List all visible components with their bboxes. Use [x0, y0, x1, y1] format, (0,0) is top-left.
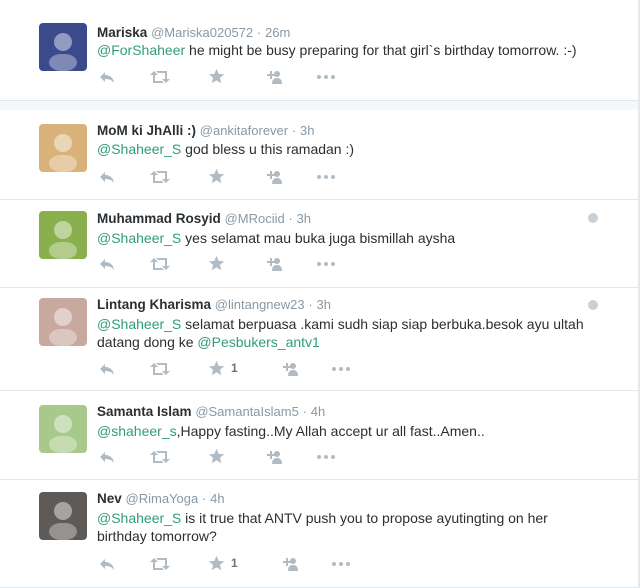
tweet-body: ,Happy fasting..My Allah accept ur all f…	[176, 423, 485, 439]
more-icon[interactable]	[316, 448, 336, 466]
tweet-actions	[98, 168, 358, 186]
timestamp[interactable]: 3h	[317, 297, 331, 312]
mention-link[interactable]: @Shaheer_S	[97, 316, 181, 332]
fullname[interactable]: Mariska	[97, 25, 147, 40]
username[interactable]: @MRociid	[225, 211, 285, 226]
follow-icon[interactable]	[262, 448, 282, 466]
username[interactable]: @SamantaIslam5	[195, 404, 299, 419]
star-icon[interactable]	[208, 448, 225, 466]
fullname[interactable]: Samanta Islam	[97, 404, 192, 419]
tweet-body: yes selamat mau buka juga bismillah aysh…	[181, 230, 456, 246]
retweet-icon[interactable]	[150, 448, 170, 466]
tweet-header: MoM ki JhAlli :) @ankitaforever · 3h	[97, 123, 314, 138]
separator: ·	[291, 123, 297, 138]
retweet-icon[interactable]	[150, 68, 170, 86]
reply-icon[interactable]	[98, 448, 116, 466]
tweet-header: Muhammad Rosyid @MRociid · 3h	[97, 211, 311, 226]
fullname[interactable]: Muhammad Rosyid	[97, 211, 221, 226]
tweet-actions	[98, 255, 358, 273]
fullname[interactable]: Nev	[97, 491, 122, 506]
tweet-actions	[98, 68, 358, 86]
tweet-header: Lintang Kharisma @lintangnew23 · 3h	[97, 297, 331, 312]
separator: ·	[302, 404, 307, 419]
reply-icon[interactable]	[98, 68, 116, 86]
mention-link-2[interactable]: @Pesbukers_antv1	[197, 334, 319, 350]
mention-link[interactable]: @Shaheer_S	[97, 510, 181, 526]
geo-icon[interactable]	[588, 213, 598, 223]
username[interactable]: @Mariska020572	[151, 25, 253, 40]
retweet-icon[interactable]	[150, 255, 170, 273]
fullname[interactable]: Lintang Kharisma	[97, 297, 211, 312]
tweet-text: @Shaheer_S is it true that ANTV push you…	[97, 509, 597, 545]
avatar[interactable]	[39, 124, 87, 172]
timestamp[interactable]: 4h	[210, 491, 224, 506]
more-icon[interactable]	[316, 168, 336, 186]
mention-link[interactable]: @shaheer_s	[97, 423, 177, 439]
retweet-icon[interactable]	[150, 360, 170, 378]
avatar[interactable]	[39, 405, 87, 453]
mention-link[interactable]: @ForShaheer	[97, 42, 185, 58]
tweet[interactable]: Lintang Kharisma @lintangnew23 · 3h @Sha…	[0, 288, 638, 391]
follow-icon[interactable]	[262, 255, 282, 273]
retweet-icon[interactable]	[150, 168, 170, 186]
follow-icon[interactable]	[278, 360, 298, 378]
reply-icon[interactable]	[98, 168, 116, 186]
follow-icon[interactable]	[278, 555, 298, 573]
reply-icon[interactable]	[98, 360, 116, 378]
tweet-header: Nev @RimaYoga · 4h	[97, 491, 225, 506]
star-icon[interactable]	[208, 360, 225, 378]
tweet-text: @shaheer_s,Happy fasting..My Allah accep…	[97, 422, 597, 440]
tweet-body: he might be busy preparing for that girl…	[185, 42, 577, 58]
avatar[interactable]	[39, 211, 87, 259]
tweet[interactable]: MoM ki JhAlli :) @ankitaforever · 3h @Sh…	[0, 110, 638, 200]
avatar[interactable]	[39, 23, 87, 71]
geo-icon[interactable]	[588, 300, 598, 310]
tweet-text: @Shaheer_S yes selamat mau buka juga bis…	[97, 229, 597, 247]
tweet-actions: 1	[98, 360, 358, 378]
more-icon[interactable]	[316, 255, 336, 273]
retweet-icon[interactable]	[150, 555, 170, 573]
separator: ·	[202, 491, 207, 506]
tweet-actions	[98, 448, 358, 466]
tweet-text: @ForShaheer he might be busy preparing f…	[97, 41, 597, 59]
more-icon[interactable]	[331, 360, 351, 378]
tweet[interactable]: Mariska @Mariska020572 · 26m @ForShaheer…	[0, 0, 638, 100]
reply-icon[interactable]	[98, 555, 116, 573]
favorite-count: 1	[231, 556, 238, 570]
tweet[interactable]: Nev @RimaYoga · 4h @Shaheer_S is it true…	[0, 480, 638, 588]
tweet[interactable]: Muhammad Rosyid @MRociid · 3h @Shaheer_S…	[0, 200, 638, 288]
more-icon[interactable]	[316, 68, 336, 86]
separator: ·	[256, 25, 262, 40]
timestamp[interactable]: 4h	[311, 404, 325, 419]
star-icon[interactable]	[208, 68, 225, 86]
tweet-actions: 1	[98, 555, 358, 573]
username[interactable]: @lintangnew23	[215, 297, 305, 312]
star-icon[interactable]	[208, 255, 225, 273]
star-icon[interactable]	[208, 555, 225, 573]
tweet[interactable]: Samanta Islam @SamantaIslam5 · 4h @shahe…	[0, 391, 638, 480]
timestamp[interactable]: 3h	[297, 211, 311, 226]
tweet-text: @Shaheer_S god bless u this ramadan :)	[97, 140, 597, 158]
avatar[interactable]	[39, 298, 87, 346]
reply-icon[interactable]	[98, 255, 116, 273]
more-icon[interactable]	[331, 555, 351, 573]
timestamp[interactable]: 3h	[300, 123, 314, 138]
follow-icon[interactable]	[262, 68, 282, 86]
fullname[interactable]: MoM ki JhAlli :)	[97, 123, 196, 138]
username[interactable]: @ankitaforever	[200, 123, 288, 138]
avatar[interactable]	[39, 492, 87, 540]
favorite-count: 1	[231, 361, 238, 375]
follow-icon[interactable]	[262, 168, 282, 186]
mention-link[interactable]: @Shaheer_S	[97, 141, 181, 157]
username[interactable]: @RimaYoga	[126, 491, 199, 506]
tweet-header: Mariska @Mariska020572 · 26m	[97, 25, 290, 40]
star-icon[interactable]	[208, 168, 225, 186]
tweet-text: @Shaheer_S selamat berpuasa .kami sudh s…	[97, 315, 597, 351]
separator: ·	[288, 211, 293, 226]
timestamp[interactable]: 26m	[265, 25, 290, 40]
separator: ·	[308, 297, 313, 312]
tweet-body: god bless u this ramadan :)	[181, 141, 355, 157]
tweet-header: Samanta Islam @SamantaIslam5 · 4h	[97, 404, 325, 419]
mention-link[interactable]: @Shaheer_S	[97, 230, 181, 246]
